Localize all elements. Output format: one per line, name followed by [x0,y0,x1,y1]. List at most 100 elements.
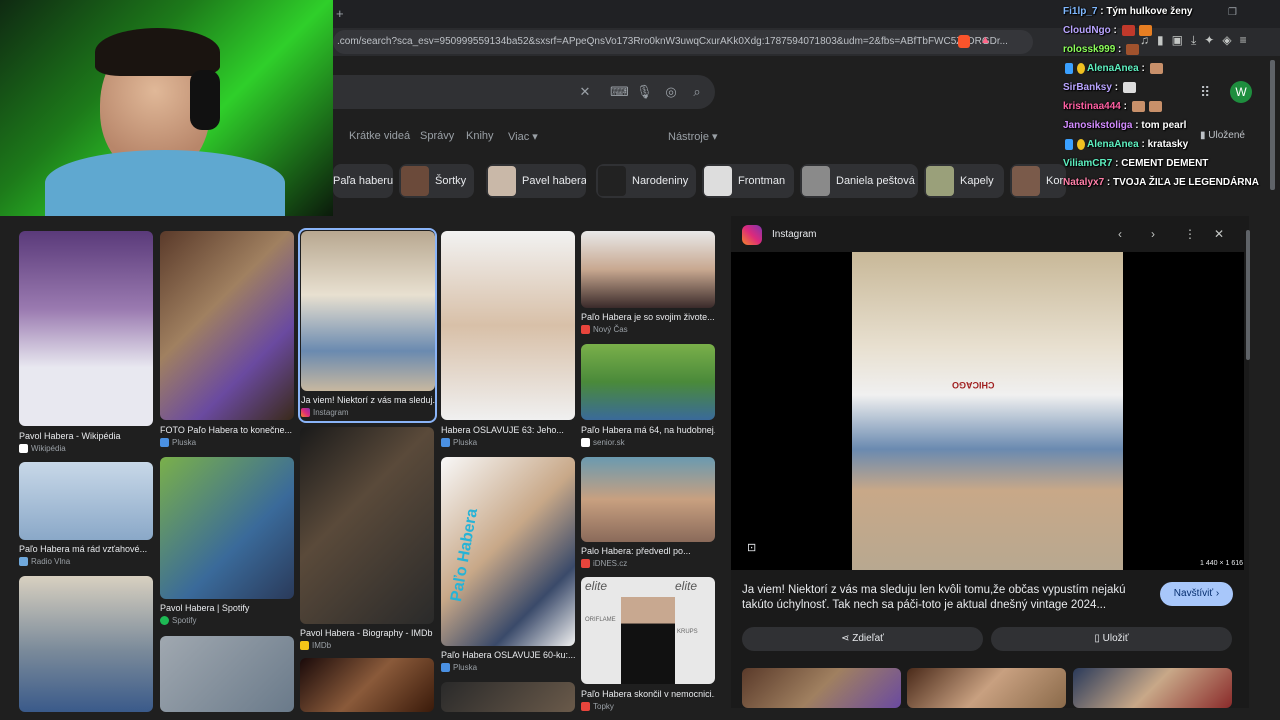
chat-text: TVOJA ŽIĽA JE LEGENDÁRNA [1113,177,1259,188]
chip-4[interactable]: Narodeniny [596,164,696,198]
result-title-9[interactable]: Pavol Habera - Biography - IMDb [300,628,434,638]
chip-3[interactable]: Pavel habera [486,164,586,198]
result-image-11[interactable] [581,457,715,542]
chat-message: Fi1lp_7 : Tým hulkove ženy [1063,6,1193,17]
result-image-6[interactable] [581,344,715,420]
chevron-down-icon: ▾ [712,131,718,143]
ai-icon[interactable]: ✦ [1204,33,1214,48]
result-title-3[interactable]: Ja viem! Niektorí z vás ma sleduj... [301,395,435,405]
result-title-11[interactable]: Palo Habera: předvedl po... [581,546,715,556]
chip-2[interactable]: Šortky [399,164,474,198]
saved-button[interactable]: ▮ Uložené [1200,130,1245,141]
result-image-2[interactable] [160,231,294,420]
brave-rewards-icon[interactable]: ▲ [980,34,991,46]
lens-icon[interactable]: ◎ [663,84,679,100]
preview-image[interactable]: CHICAGO [852,252,1123,570]
tab-books[interactable]: Knihy [466,130,494,142]
result-image-13[interactable] [19,576,153,712]
chat-message: CloudNgo : [1063,25,1154,36]
result-image-9[interactable] [300,427,434,624]
result-title-4[interactable]: Habera OSLAVUJE 63: Jeho... [441,425,575,435]
saved-label: Uložené [1208,130,1245,141]
preview-description[interactable]: Ja viem! Niektorí z vás ma sleduju len k… [742,583,1147,613]
share-button[interactable]: ⋖ Zdieľať [742,627,983,651]
brave-shield-icon[interactable] [958,35,970,48]
related-image-1[interactable] [742,668,901,708]
result-source-9: IMDb [300,641,331,650]
address-bar[interactable]: .com/search?sca_esv=950999559134ba52&sxs… [333,30,1033,54]
preview-scrollbar[interactable] [1246,230,1250,360]
chat-text: Tým hulkove ženy [1106,6,1193,17]
microphone-icon[interactable]: 🎙 [636,84,653,100]
chip-7[interactable]: Kapely [924,164,1004,198]
elite-logo-text: elite [675,579,698,593]
sidebar-icon[interactable]: ▮ [1157,33,1164,48]
result-image-3[interactable] [301,231,435,391]
result-source-1: Wikipédia [19,444,66,453]
share-label: Zdieľať [852,633,884,644]
result-title-12[interactable]: Paľo Habera skončil v nemocnici... [581,689,715,699]
tab-more[interactable]: Viac ▾ [508,130,538,143]
visit-button[interactable]: Navštíviť › [1160,582,1233,606]
previous-icon[interactable]: ‹ [1118,227,1122,241]
chat-message: ViliamCR7 : CEMENT DEMENT [1063,158,1209,169]
page-scrollbar[interactable] [1270,60,1275,190]
next-icon[interactable]: › [1151,227,1155,241]
result-title-10[interactable]: Paľo Habera OSLAVUJE 60-ku:... [441,650,575,660]
result-image-16[interactable] [441,682,575,712]
result-title-8[interactable]: Pavol Habera | Spotify [160,603,294,613]
chip-8[interactable]: Kor [1010,164,1066,198]
result-image-15[interactable] [300,658,434,712]
chip-label: Paľa haberu [333,175,393,187]
result-image-4[interactable] [441,231,575,420]
tab-news[interactable]: Správy [420,130,454,142]
result-title-5[interactable]: Paľo Habera je so svojim živote... [581,312,715,322]
restore-window-icon[interactable]: ❐ [1228,7,1237,18]
spotify-icon [160,616,169,625]
chat-message: SirBanksy : [1063,82,1138,93]
close-icon[interactable]: ✕ [1214,227,1224,241]
avatar[interactable]: W [1230,81,1252,103]
result-image-5[interactable] [581,231,715,308]
result-image-1[interactable] [19,231,153,426]
result-title-6[interactable]: Paľo Habera má 64, na hudobnej... [581,425,715,435]
chip-6[interactable]: Daniela peštová [800,164,918,198]
result-source-12: Topky [581,702,614,711]
more-options-icon[interactable]: ⋮ [1184,227,1196,241]
keyboard-icon[interactable]: ⌨ [610,84,629,100]
new-tab-button[interactable]: + [336,6,344,21]
wallet-icon[interactable]: ▣ [1172,33,1183,48]
save-button[interactable]: ▯ Uložiť [991,627,1232,651]
result-image-12[interactable]: elite elite ORIFLAME KRUPS [581,577,715,684]
menu-icon[interactable]: ≡ [1240,33,1247,48]
wikipedia-icon [19,444,28,453]
preview-site-name[interactable]: Instagram [772,229,816,240]
result-title-7[interactable]: Paľo Habera má rád vzťahové... [19,544,153,554]
tab-short-videos[interactable]: Krátke videá [349,130,410,142]
tools-button[interactable]: Nástroje ▾ [668,130,718,143]
chip-5[interactable]: Frontman [702,164,794,198]
chip-1[interactable]: Paľa haberu [333,164,393,198]
result-source-label: Pluska [172,438,197,447]
related-image-3[interactable] [1073,668,1232,708]
chat-user: AlenaAnea [1087,139,1139,151]
result-title-1[interactable]: Pavol Habera - Wikipédia [19,431,153,441]
emote-icon [1138,25,1152,36]
result-image-14[interactable] [160,636,294,712]
streamer-hair [95,28,220,76]
search-input[interactable] [333,75,715,109]
clear-search-icon[interactable]: ✕ [577,84,593,100]
result-source-6: senior.sk [581,438,625,447]
related-image-2[interactable] [907,668,1066,708]
search-icon[interactable]: ⌕ [689,84,705,100]
download-icon[interactable]: ⤓ [1191,33,1196,48]
visit-label: Navštíviť [1173,588,1214,599]
lens-search-icon[interactable]: ⊡ [747,541,756,554]
chat-text: CEMENT DEMENT [1121,158,1209,169]
chip-label: Kor [1046,175,1064,187]
result-image-7[interactable] [19,462,153,540]
apps-grid-icon[interactable]: ⠿ [1200,84,1210,101]
result-title-2[interactable]: FOTO Paľo Habera to konečne... [160,425,294,435]
vpn-icon[interactable]: ◈ [1222,33,1231,48]
result-image-8[interactable] [160,457,294,599]
